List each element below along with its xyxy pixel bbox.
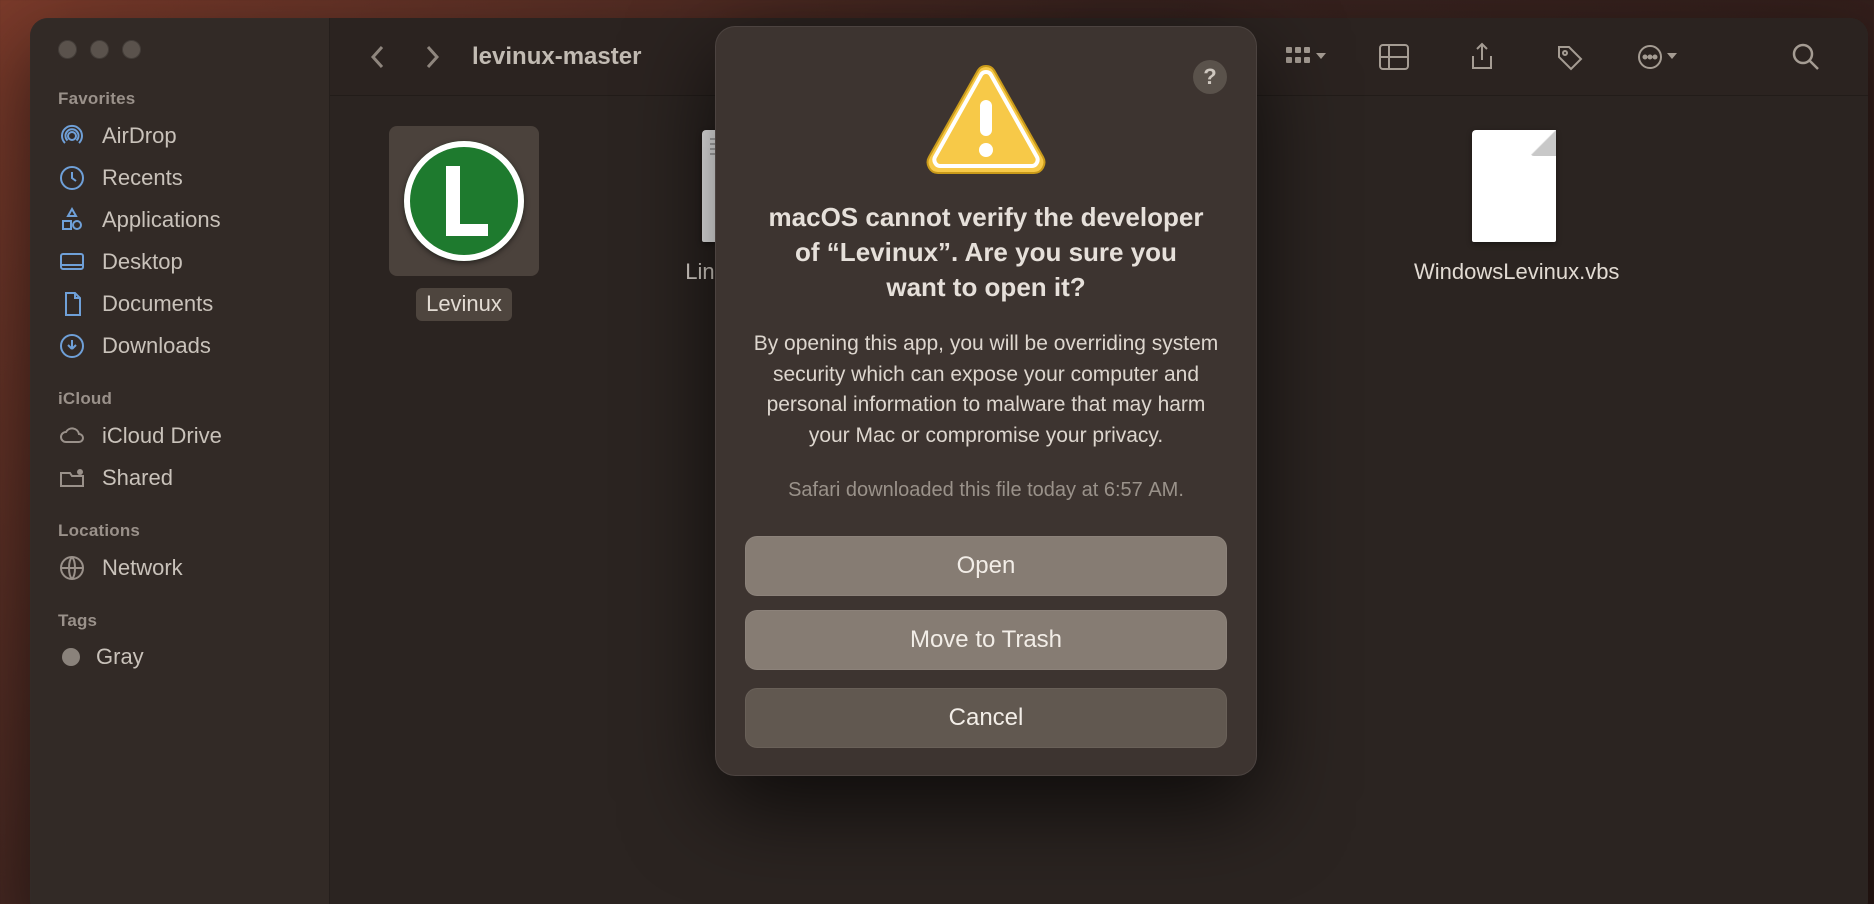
clock-icon: [58, 164, 86, 192]
cloud-icon: [58, 422, 86, 450]
file-label: WindowsLevinux.vbs: [1414, 258, 1614, 287]
dialog-title: macOS cannot verify the developer of “Le…: [765, 200, 1207, 305]
sidebar: Favorites AirDrop Recents Applications D…: [30, 18, 330, 904]
help-button[interactable]: ?: [1193, 60, 1227, 94]
desktop-icon: [58, 248, 86, 276]
sidebar-item-label: AirDrop: [102, 123, 177, 149]
file-item-levinux[interactable]: Levinux: [374, 126, 554, 321]
airdrop-icon: [58, 122, 86, 150]
sidebar-item-label: Downloads: [102, 333, 211, 359]
document-icon: [58, 290, 86, 318]
sidebar-item-label: Applications: [102, 207, 221, 233]
file-thumbnail: [1454, 126, 1574, 246]
tag-dot-icon: [62, 648, 80, 666]
sidebar-item-applications[interactable]: Applications: [30, 199, 329, 241]
applications-icon: [58, 206, 86, 234]
shared-folder-icon: [58, 464, 86, 492]
sidebar-item-label: Recents: [102, 165, 183, 191]
sidebar-item-label: Network: [102, 555, 183, 581]
dialog-meta: Safari downloaded this file today at 6:5…: [745, 479, 1227, 502]
sidebar-section-tags: Tags: [30, 611, 329, 637]
tags-button[interactable]: [1546, 35, 1594, 79]
sidebar-section-locations: Locations: [30, 521, 329, 547]
sidebar-item-shared[interactable]: Shared: [30, 457, 329, 499]
sidebar-item-icloud-drive[interactable]: iCloud Drive: [30, 415, 329, 457]
forward-button[interactable]: [412, 37, 452, 77]
close-window-button[interactable]: [58, 40, 77, 59]
sidebar-item-documents[interactable]: Documents: [30, 283, 329, 325]
globe-icon: [58, 554, 86, 582]
warning-icon: [921, 60, 1051, 178]
download-icon: [58, 332, 86, 360]
window-controls: [30, 40, 329, 59]
file-label: Levinux: [416, 288, 512, 321]
share-button[interactable]: [1458, 35, 1506, 79]
open-button[interactable]: Open: [745, 536, 1227, 596]
sidebar-item-label: Documents: [102, 291, 213, 317]
zoom-window-button[interactable]: [122, 40, 141, 59]
sidebar-item-label: Shared: [102, 465, 173, 491]
sidebar-item-desktop[interactable]: Desktop: [30, 241, 329, 283]
minimize-window-button[interactable]: [90, 40, 109, 59]
sidebar-item-label: Desktop: [102, 249, 183, 275]
sidebar-section-icloud: iCloud: [30, 389, 329, 415]
dialog-body: By opening this app, you will be overrid…: [751, 329, 1221, 451]
sidebar-item-label: iCloud Drive: [102, 423, 222, 449]
sidebar-item-network[interactable]: Network: [30, 547, 329, 589]
group-button[interactable]: [1370, 35, 1418, 79]
gatekeeper-dialog: ? macOS cannot verify the developer of “…: [715, 26, 1257, 776]
move-to-trash-button[interactable]: Move to Trash: [745, 610, 1227, 670]
sidebar-section-favorites: Favorites: [30, 89, 329, 115]
search-button[interactable]: [1782, 35, 1830, 79]
sidebar-item-label: Gray: [96, 644, 144, 670]
sidebar-item-airdrop[interactable]: AirDrop: [30, 115, 329, 157]
toolbar-right-group: [1282, 35, 1830, 79]
sidebar-item-tag-gray[interactable]: Gray: [30, 637, 329, 677]
file-thumbnail: [389, 126, 539, 276]
window-title: levinux-master: [472, 43, 641, 71]
generic-file-icon: [1472, 130, 1556, 242]
action-menu-button[interactable]: [1634, 35, 1682, 79]
view-options-button[interactable]: [1282, 35, 1330, 79]
back-button[interactable]: [358, 37, 398, 77]
sidebar-item-downloads[interactable]: Downloads: [30, 325, 329, 367]
cancel-button[interactable]: Cancel: [745, 688, 1227, 748]
levinux-app-icon: [404, 141, 524, 261]
file-item-windowslevinux[interactable]: WindowsLevinux.vbs: [1404, 126, 1624, 287]
sidebar-item-recents[interactable]: Recents: [30, 157, 329, 199]
